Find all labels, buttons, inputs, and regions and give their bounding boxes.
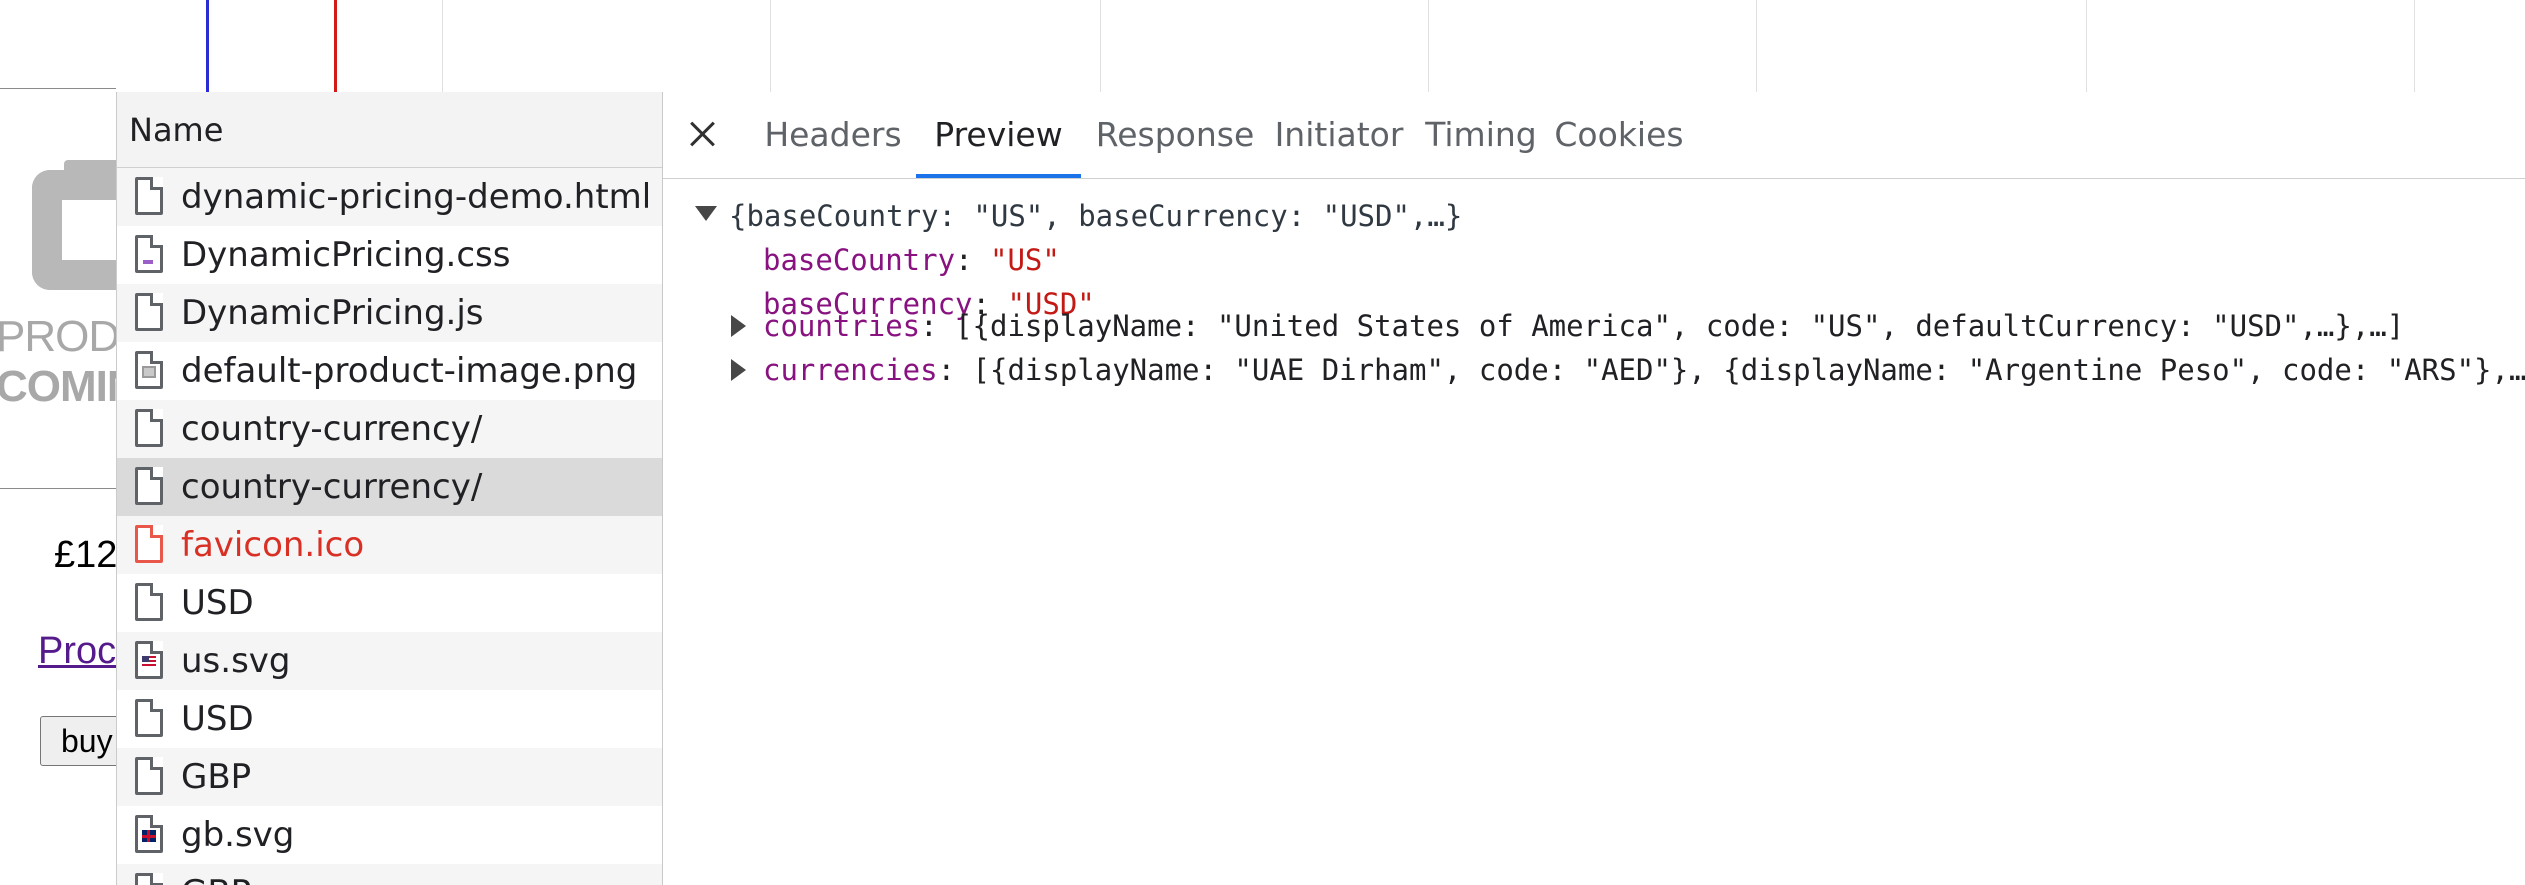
image-file-icon [135,351,163,389]
json-value: [{displayName: "United States of America… [955,309,2405,343]
grid-line [1100,0,1101,92]
request-name: gb.svg [181,815,295,855]
network-overview[interactable] [116,0,2525,93]
us-flag-icon [135,641,163,679]
tab-initiator[interactable]: Initiator [1267,92,1411,178]
request-name: dynamic-pricing-demo.html [181,177,652,217]
json-property-countries[interactable]: countries: [{displayName: "United States… [763,304,2404,348]
request-row[interactable]: GBP [117,864,662,885]
request-list[interactable]: Name dynamic-pricing-demo.html DynamicPri… [116,92,664,885]
json-root-summary[interactable]: {baseCountry: "US", baseCurrency: "USD",… [729,194,1462,238]
document-icon [135,525,163,563]
js-file-icon [135,293,163,331]
dom-content-loaded-marker [206,0,209,92]
request-row[interactable]: dynamic-pricing-demo.html [117,168,662,226]
request-details: Headers Preview Response Initiator Timin… [663,92,2525,885]
tab-response[interactable]: Response [1093,92,1257,178]
document-icon [135,699,163,737]
request-row[interactable]: us.svg [117,632,662,690]
request-row[interactable]: country-currency/ [117,400,662,458]
json-value: "US" [989,243,1060,277]
document-icon [135,873,163,885]
grid-line [2414,0,2415,92]
json-key: countries [763,309,921,343]
grid-line [2086,0,2087,92]
request-name: default-product-image.png [181,351,638,391]
request-row[interactable]: country-currency/ [117,458,662,516]
json-property-baseCountry: baseCountry: "US" [763,243,1060,277]
json-key: currencies [763,353,938,387]
request-name: GBP [181,757,252,797]
gb-flag-icon [135,815,163,853]
request-row[interactable]: default-product-image.png [117,342,662,400]
grid-line [770,0,771,92]
tab-timing[interactable]: Timing [1425,92,1537,178]
request-row[interactable]: favicon.ico [117,516,662,574]
grid-line [1428,0,1429,92]
load-event-marker [334,0,337,92]
request-name: GBP [181,873,251,885]
request-name: country-currency/ [181,409,483,449]
json-property-currencies[interactable]: currencies: [{displayName: "UAE Dirham",… [763,348,2525,392]
json-preview: {baseCountry: "US", baseCurrency: "USD",… [663,178,2525,885]
collapse-triangle-icon[interactable] [695,206,717,221]
name-column-header[interactable]: Name [117,92,662,168]
tab-cookies[interactable]: Cookies [1551,92,1687,178]
grid-line [442,0,443,92]
request-name: country-currency/ [181,467,483,507]
request-name: USD [181,583,254,623]
document-icon [135,467,163,505]
product-link[interactable]: Proc [38,630,116,673]
details-tabbar: Headers Preview Response Initiator Timin… [663,92,2525,179]
request-name: DynamicPricing.css [181,235,511,275]
divider [0,88,116,89]
request-row[interactable]: USD [117,690,662,748]
request-name: favicon.ico [181,525,365,565]
expand-triangle-icon[interactable] [731,315,746,337]
page-content: PRODUC COMIN £12 Proc buy [0,0,182,885]
json-key: baseCountry [763,243,956,277]
divider [0,488,116,489]
document-icon [135,757,163,795]
tab-headers[interactable]: Headers [763,92,903,178]
request-row[interactable]: USD [117,574,662,632]
expand-triangle-icon[interactable] [731,359,746,381]
request-row[interactable]: gb.svg [117,806,662,864]
request-name: us.svg [181,641,291,681]
request-name: DynamicPricing.js [181,293,484,333]
request-row[interactable]: DynamicPricing.css [117,226,662,284]
request-row[interactable]: DynamicPricing.js [117,284,662,342]
request-row[interactable]: GBP [117,748,662,806]
document-icon [135,409,163,447]
tab-preview[interactable]: Preview [916,92,1081,178]
close-icon[interactable] [685,116,721,152]
json-value: [{displayName: "UAE Dirham", code: "AED"… [972,353,2525,387]
grid-line [1756,0,1757,92]
document-icon [135,177,163,215]
request-name: USD [181,699,254,739]
document-icon [135,583,163,621]
css-file-icon [135,235,163,273]
product-price: £12 [54,534,118,576]
